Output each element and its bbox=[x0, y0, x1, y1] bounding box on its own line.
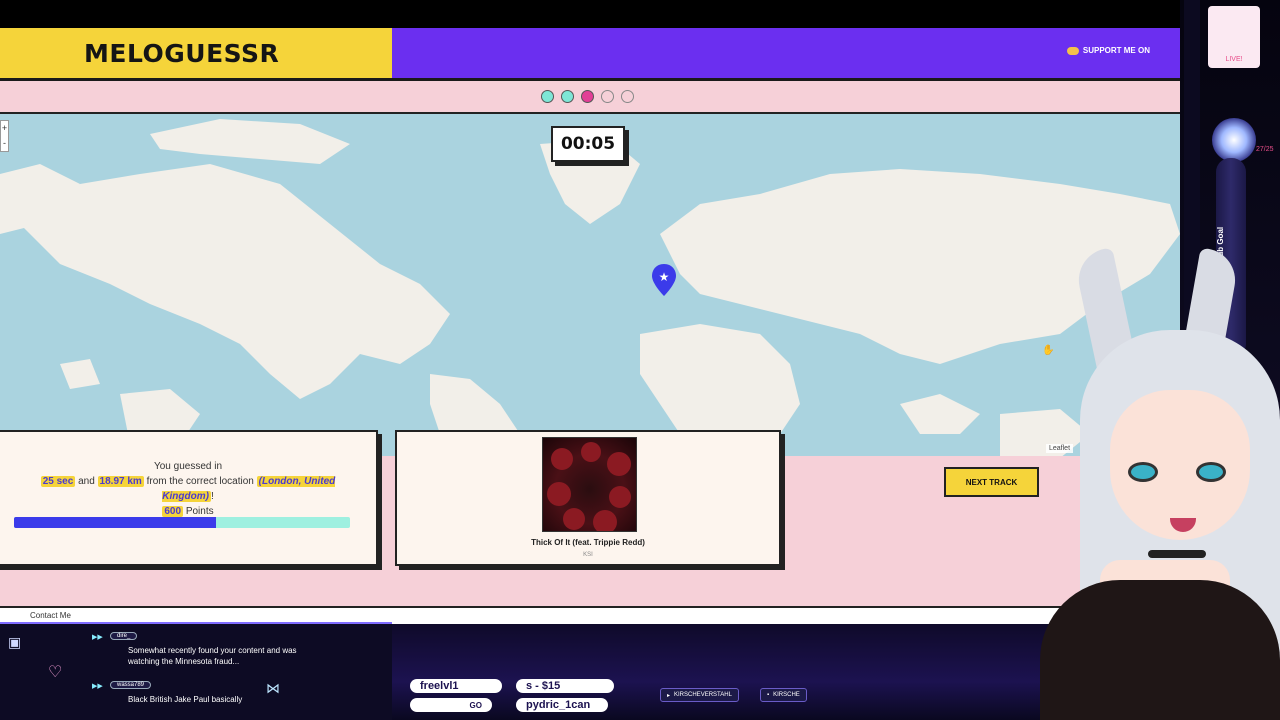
track-title: Thick Of It (feat. Trippie Redd) bbox=[531, 538, 645, 547]
sub-goal-count: 27/25 bbox=[1256, 146, 1274, 153]
and-text: and bbox=[78, 476, 95, 487]
track-artist: KSI bbox=[583, 552, 593, 558]
round-timer: 00:05 bbox=[551, 126, 625, 162]
chat-panel: ▣ ♡ ▶▶ dire_ Somewhat recently found you… bbox=[0, 622, 392, 720]
guess-distance: 18.97 km bbox=[97, 476, 144, 487]
map-land-shapes: ★ bbox=[0, 119, 1180, 456]
guess-time: 25 sec bbox=[40, 476, 76, 487]
continent-north-america-arctic bbox=[150, 119, 350, 164]
chat-arrow-icon: ▶▶ bbox=[92, 683, 103, 690]
support-label: SUPPORT ME ON bbox=[1082, 46, 1150, 55]
round-dot-1 bbox=[541, 90, 554, 103]
chat-message: Black British Jake Paul basically bbox=[128, 695, 243, 704]
round-dot-4 bbox=[601, 90, 614, 103]
chat-username: wassa789 bbox=[110, 681, 152, 689]
avatar-eye-right bbox=[1196, 462, 1226, 482]
round-dot-5 bbox=[621, 90, 634, 103]
guess-detail-line: 25 sec and 18.97 km from the correct loc… bbox=[28, 474, 348, 504]
score-progress-fill bbox=[14, 517, 216, 528]
islands-left-wrap bbox=[60, 359, 100, 389]
avatar-top bbox=[1040, 580, 1280, 720]
track-card: Thick Of It (feat. Trippie Redd) KSI bbox=[395, 430, 781, 566]
bow-icon: ⋈ bbox=[266, 680, 280, 696]
guess-marker-icon: ★ bbox=[652, 264, 676, 296]
heart-icon: ♡ bbox=[48, 664, 63, 681]
guess-result-text: You guessed in 25 sec and 18.97 km from … bbox=[28, 459, 348, 519]
support-link[interactable]: SUPPORT ME ON bbox=[1066, 46, 1150, 55]
chat-message: Somewhat recently found your content and… bbox=[128, 646, 297, 666]
round-dot-2 bbox=[561, 90, 574, 103]
contact-link[interactable]: Contact Me bbox=[30, 611, 71, 620]
social-handle-2: KIRSCHE bbox=[773, 692, 800, 698]
next-track-button[interactable]: NEXT TRACK bbox=[944, 467, 1039, 497]
avatar-choker bbox=[1148, 550, 1206, 558]
latest-follower-pill: freelvl1 bbox=[410, 679, 502, 693]
svg-text:★: ★ bbox=[659, 270, 670, 284]
twitter-icon: ▸ bbox=[667, 692, 671, 699]
coffee-icon bbox=[1066, 46, 1079, 55]
chat-username: dire_ bbox=[110, 632, 138, 640]
from-location-text: from the correct location bbox=[146, 476, 254, 487]
social-link-2[interactable]: ▪ KIRSCHE bbox=[760, 688, 807, 702]
guess-result-card: You guessed in 25 sec and 18.97 km from … bbox=[0, 430, 378, 566]
zoom-out-button[interactable]: - bbox=[1, 136, 8, 151]
score-progress-bar bbox=[14, 517, 350, 528]
exclaim-text: ! bbox=[210, 491, 214, 502]
sub-goal-orb-icon bbox=[1212, 118, 1256, 162]
zoom-in-button[interactable]: + bbox=[1, 121, 8, 136]
go-pill: GO bbox=[410, 698, 492, 712]
guess-intro: You guessed in bbox=[153, 461, 223, 472]
social-handle-1: KIRSCHEVERSTAHL bbox=[674, 692, 732, 698]
world-map[interactable]: ★ + - bbox=[0, 112, 1180, 456]
site-header-bar: SUPPORT ME ON bbox=[392, 28, 1180, 78]
avatar-eye-left bbox=[1128, 462, 1158, 482]
site-title: MELOGUESSR bbox=[84, 38, 280, 68]
round-progress-dots bbox=[541, 90, 634, 103]
twitch-icon: ▪ bbox=[767, 692, 770, 698]
islands-southeast-asia bbox=[900, 394, 980, 434]
top-black-bar bbox=[0, 0, 1180, 28]
latest-sub-pill: pydric_1can bbox=[516, 698, 608, 712]
points-label: Points bbox=[185, 506, 214, 517]
map-attribution[interactable]: Leaflet bbox=[1046, 444, 1074, 453]
social-link-1[interactable]: ▸ KIRSCHEVERSTAHL bbox=[660, 688, 739, 702]
treasure-chest-icon: ▣ bbox=[8, 634, 22, 650]
album-cover-image bbox=[542, 437, 637, 532]
points-value: 600 bbox=[162, 506, 184, 517]
continent-australia bbox=[1000, 409, 1090, 456]
latest-donation-pill: s - $15 bbox=[516, 679, 614, 693]
live-badge: LIVE! bbox=[1208, 6, 1260, 68]
round-dot-3-current bbox=[581, 90, 594, 103]
map-zoom-control[interactable]: + - bbox=[0, 120, 9, 152]
hand-cursor-icon: ✋ bbox=[1042, 345, 1055, 356]
stream-screen: MELOGUESSR SUPPORT ME ON ★ + - 00:05 Lea… bbox=[0, 0, 1280, 720]
chat-arrow-icon: ▶▶ bbox=[92, 634, 103, 641]
site-logo-area[interactable]: MELOGUESSR bbox=[0, 28, 392, 78]
